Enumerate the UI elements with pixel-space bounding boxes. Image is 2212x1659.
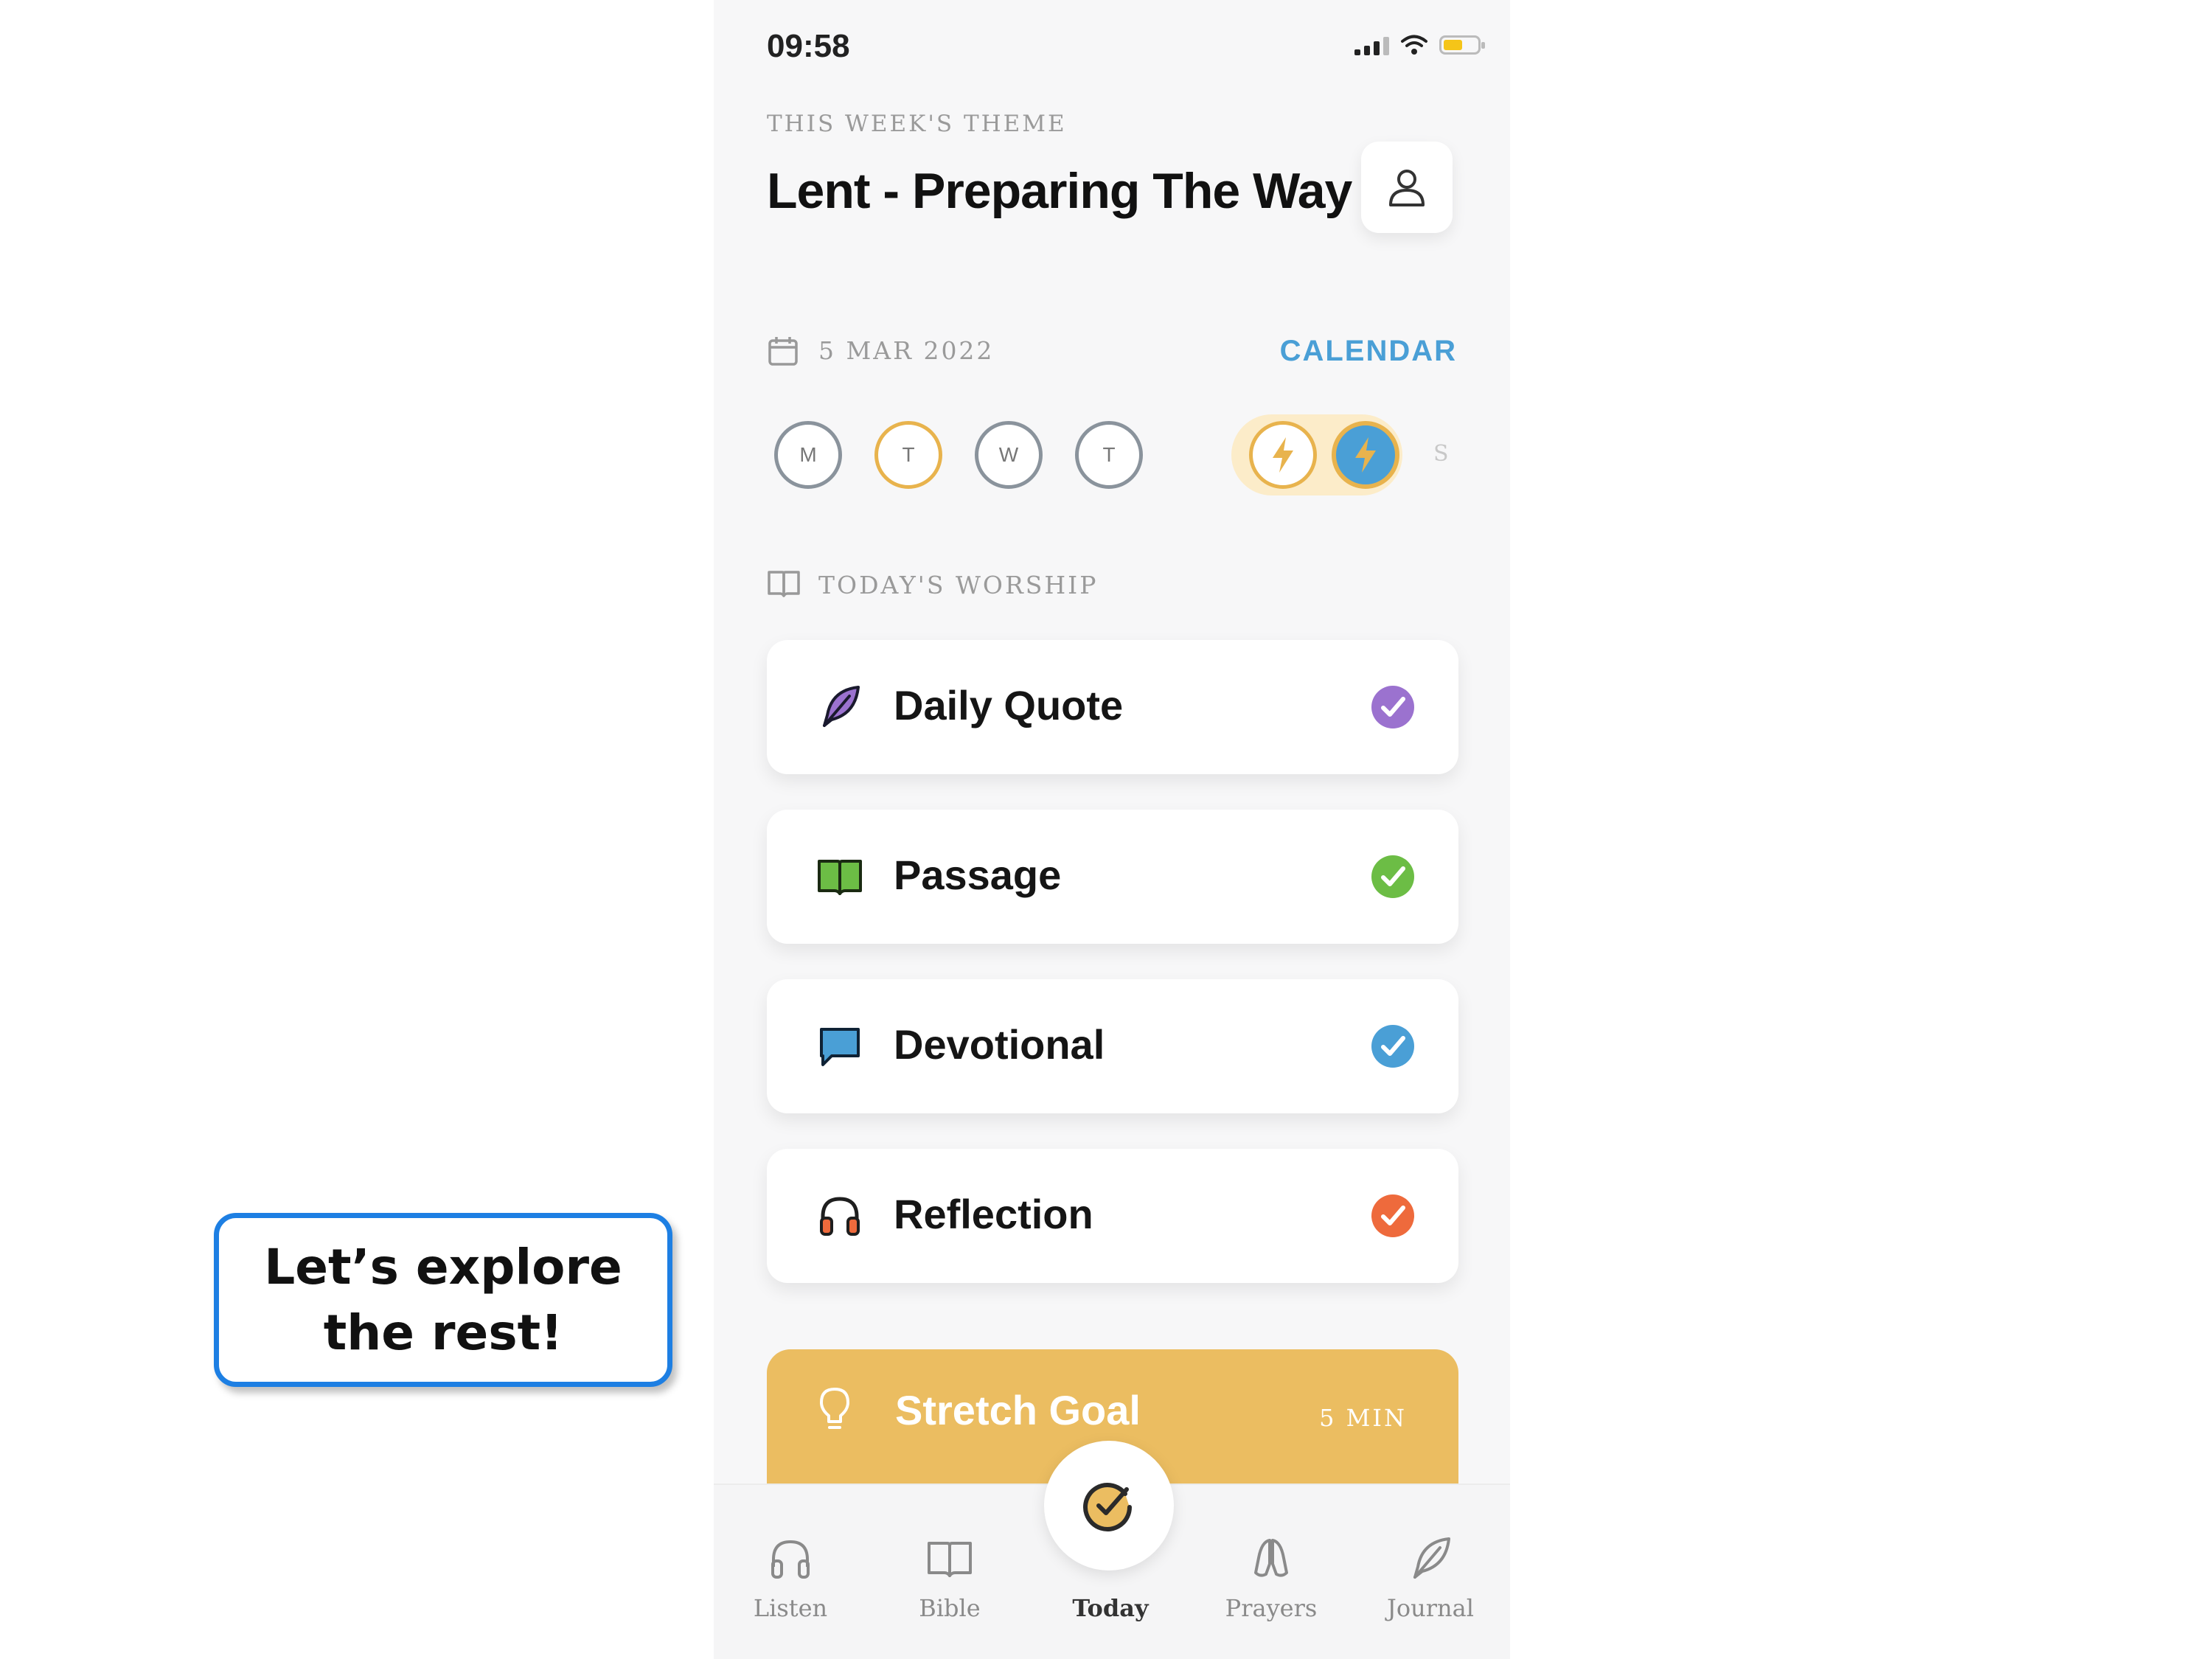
- feather-icon: [1413, 1537, 1450, 1579]
- headphones-icon: [820, 1197, 860, 1236]
- completed-check-icon: [1371, 1194, 1414, 1237]
- tab-bible[interactable]: Bible: [876, 1529, 1023, 1640]
- stretch-goal-title: Stretch Goal: [895, 1387, 1141, 1433]
- completed-check-icon: [1371, 686, 1414, 728]
- headphones-icon: [771, 1540, 810, 1579]
- completed-check-icon: [1371, 1025, 1414, 1068]
- lightning-icon: [1273, 437, 1293, 473]
- status-icons: [1354, 34, 1485, 56]
- day-saturday-today[interactable]: [1332, 421, 1399, 489]
- worship-card-daily-quote[interactable]: Daily Quote: [767, 640, 1458, 774]
- open-book-icon: [818, 860, 862, 895]
- todays-worship-label: TODAY'S WORSHIP: [818, 571, 1099, 599]
- tab-journal[interactable]: Journal: [1357, 1529, 1504, 1640]
- wifi-icon: [1401, 35, 1427, 55]
- user-icon: [1389, 170, 1425, 206]
- day-monday[interactable]: M: [774, 421, 842, 489]
- card-title: Devotional: [894, 1021, 1105, 1068]
- feather-icon: [823, 686, 860, 727]
- page-title: Lent - Preparing The Way: [767, 163, 1352, 219]
- day-friday[interactable]: [1249, 421, 1317, 489]
- calendar-icon: [768, 337, 798, 366]
- battery-icon: [1439, 35, 1485, 55]
- signal-icon: [1354, 35, 1389, 55]
- open-book-icon: [768, 571, 800, 597]
- phone-screen: 09:58 THIS WEEK'S THEME Lent - Preparing…: [714, 0, 1510, 1659]
- tab-listen[interactable]: Listen: [717, 1529, 864, 1640]
- worship-card-devotional[interactable]: Devotional: [767, 979, 1458, 1113]
- tab-label: Listen: [753, 1594, 828, 1622]
- completed-check-icon: [1371, 855, 1414, 898]
- card-title: Reflection: [894, 1191, 1093, 1237]
- profile-button[interactable]: [1361, 142, 1453, 233]
- status-time: 09:58: [767, 28, 850, 64]
- tab-prayers[interactable]: Prayers: [1197, 1529, 1345, 1640]
- week-day-selector: M T W T S: [774, 414, 1481, 495]
- stretch-goal-duration: 5 MIN: [1319, 1404, 1407, 1432]
- current-date: 5 MAR 2022: [818, 336, 995, 365]
- card-title: Passage: [894, 852, 1062, 898]
- tab-label: Journal: [1387, 1594, 1474, 1622]
- tab-label: Bible: [919, 1594, 981, 1622]
- bottom-tab-bar: Listen Bible Today Prayers Journal: [714, 1441, 1510, 1659]
- day-wednesday[interactable]: W: [975, 421, 1043, 489]
- worship-card-reflection[interactable]: Reflection: [767, 1149, 1458, 1283]
- card-title: Daily Quote: [894, 682, 1124, 728]
- check-circle-icon: [1083, 1483, 1132, 1531]
- day-tuesday[interactable]: T: [874, 421, 942, 489]
- lightning-icon: [1355, 437, 1376, 473]
- day-sunday[interactable]: S: [1433, 441, 1449, 467]
- book-icon: [928, 1542, 972, 1577]
- status-bar: 09:58: [767, 28, 1485, 72]
- tab-label: Today: [1072, 1594, 1149, 1622]
- praying-hands-icon: [1254, 1539, 1288, 1577]
- date-row: 5 MAR 2022 CALENDAR: [767, 333, 1457, 370]
- speech-bubble-icon: [820, 1028, 860, 1066]
- worship-card-passage[interactable]: Passage: [767, 810, 1458, 944]
- explore-callout: Let’s explore the rest!: [214, 1213, 672, 1387]
- lightbulb-icon: [820, 1388, 849, 1429]
- calendar-link[interactable]: CALENDAR: [1280, 335, 1457, 368]
- theme-eyebrow: THIS WEEK'S THEME: [767, 111, 1067, 137]
- today-center-button[interactable]: [1044, 1441, 1174, 1571]
- tab-label: Prayers: [1225, 1594, 1318, 1622]
- day-thursday[interactable]: T: [1075, 421, 1143, 489]
